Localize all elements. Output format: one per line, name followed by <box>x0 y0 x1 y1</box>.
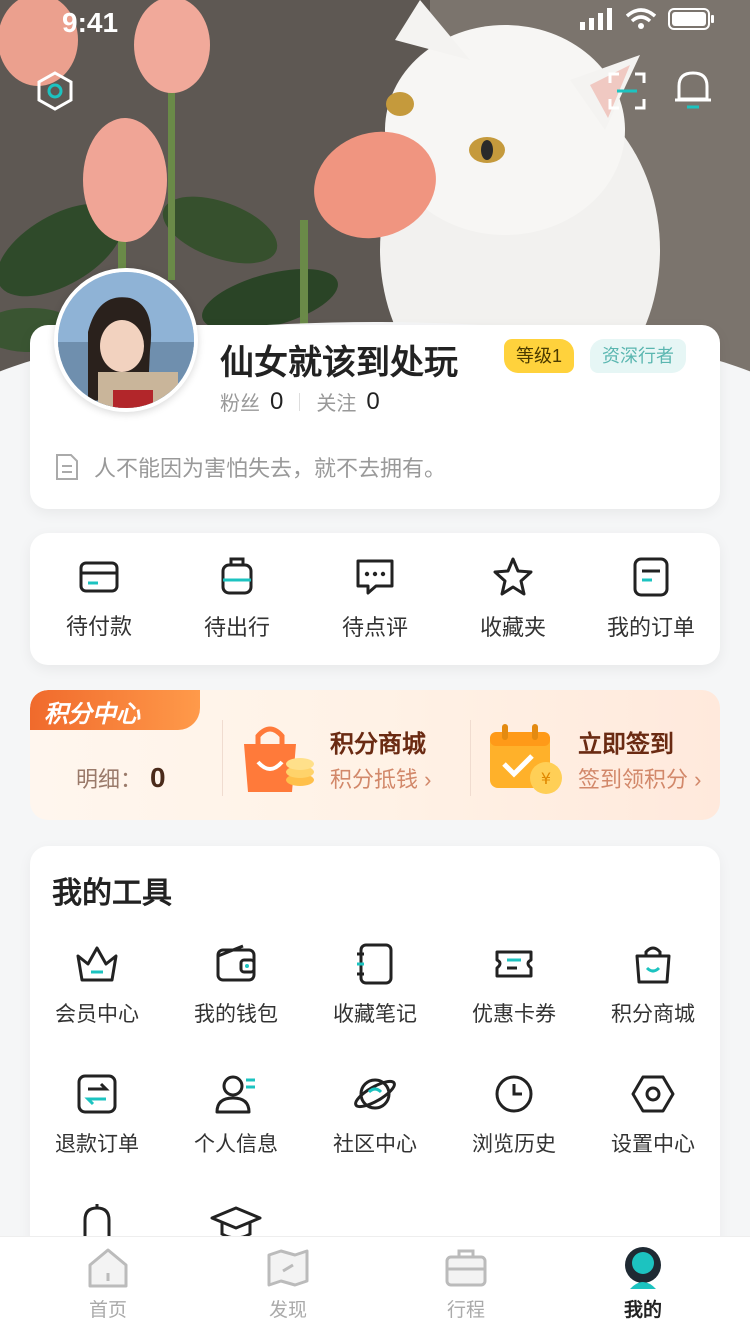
status-time: 9:41 <box>62 7 119 38</box>
tab-home[interactable]: 首页 <box>58 1245 158 1322</box>
order-label: 待出行 <box>203 615 270 640</box>
bio[interactable]: 人不能因为害怕失去，就不去拥有。 <box>54 451 446 483</box>
document-icon <box>56 454 78 480</box>
tab-label: 发现 <box>268 1300 307 1321</box>
order-pending-payment[interactable]: 待付款 <box>39 557 159 641</box>
tool-wallet[interactable]: 我的钱包 <box>176 942 296 1028</box>
ticket-icon <box>495 950 533 978</box>
luggage-icon <box>221 557 253 595</box>
scan-icon[interactable] <box>604 68 650 114</box>
bio-text: 人不能因为害怕失去，就不去拥有。 <box>94 456 447 481</box>
order-pending-review[interactable]: 待点评 <box>315 556 435 642</box>
nickname: 仙女就该到处玩 <box>220 344 458 382</box>
status-icons <box>580 8 714 30</box>
order-pending-travel[interactable]: 待出行 <box>177 556 297 642</box>
tool-label: 积分商城 <box>611 1003 695 1026</box>
wifi-icon <box>626 8 656 29</box>
settings-icon <box>631 1075 675 1113</box>
bag-icon <box>635 946 671 984</box>
tool-personal-info[interactable]: 个人信息 <box>176 1072 296 1158</box>
bell-icon[interactable] <box>670 66 716 112</box>
battery-icon <box>668 8 714 30</box>
status-bar: 9:41 <box>0 0 750 44</box>
hexagon-settings-icon[interactable] <box>32 68 78 114</box>
points-detail-label: 明细： <box>76 767 143 792</box>
tool-saved-notes[interactable]: 收藏笔记 <box>315 942 435 1028</box>
home-icon <box>88 1248 128 1288</box>
suitcase-icon <box>445 1249 487 1287</box>
clock-icon <box>495 1075 533 1113</box>
points-center-tag[interactable]: 积分中心 <box>30 690 200 730</box>
tab-label: 行程 <box>446 1300 485 1321</box>
tool-refund-orders[interactable]: 退款订单 <box>37 1072 157 1158</box>
fans-label[interactable]: 粉丝 <box>220 387 260 416</box>
svg-text:¥: ¥ <box>541 769 551 788</box>
notebook-icon <box>357 943 393 985</box>
tab-label: 我的 <box>623 1300 662 1321</box>
tool-coupons[interactable]: 优惠卡券 <box>454 942 574 1028</box>
order-favorites[interactable]: 收藏夹 <box>453 556 573 642</box>
order-shortcuts: 待付款 待出行 待点评 收藏夹 我的订单 <box>30 533 720 665</box>
tool-label: 收藏笔记 <box>333 1003 417 1026</box>
planet-icon <box>354 1078 396 1110</box>
tool-settings[interactable]: 设置中心 <box>593 1072 713 1158</box>
follow-label[interactable]: 关注 <box>316 387 356 416</box>
tool-history[interactable]: 浏览历史 <box>454 1072 574 1158</box>
points-center-banner: 积分中心 明细： 0 积分商城 积分抵钱 › ¥ 立即签到 签到领积分 › <box>30 690 720 820</box>
tool-community[interactable]: 社区中心 <box>315 1072 435 1158</box>
divider <box>222 720 223 796</box>
crown-icon <box>76 946 118 982</box>
title-badge: 资深行者 <box>590 339 686 373</box>
wallet-icon <box>216 944 256 982</box>
calendar-coin-icon: ¥ <box>490 724 562 794</box>
tool-label: 我的钱包 <box>194 1003 278 1026</box>
tool-label: 优惠卡券 <box>472 1003 556 1026</box>
tool-member-center[interactable]: 会员中心 <box>37 942 157 1028</box>
follow-stats: 粉丝 0 关注 0 <box>220 387 380 416</box>
tab-discover[interactable]: 发现 <box>238 1245 338 1322</box>
signin-entry[interactable]: ¥ 立即签到 签到领积分 › <box>486 720 716 800</box>
star-icon <box>493 557 533 596</box>
signin-sub: 签到领积分 › <box>578 767 702 792</box>
points-detail[interactable]: 明细： 0 <box>76 762 166 794</box>
signin-title: 立即签到 <box>578 731 674 758</box>
points-detail-value: 0 <box>150 762 166 793</box>
tool-label: 浏览历史 <box>472 1133 556 1156</box>
order-icon <box>633 557 669 597</box>
divider <box>470 720 471 796</box>
tool-label: 退款订单 <box>55 1133 139 1156</box>
refund-icon <box>77 1074 117 1114</box>
comment-icon <box>356 559 394 595</box>
section-title: 我的工具 <box>52 877 172 910</box>
level-badge: 等级1 <box>504 339 575 373</box>
fans-count[interactable]: 0 <box>270 388 283 416</box>
tool-label: 设置中心 <box>611 1133 695 1156</box>
avatar[interactable] <box>54 268 198 412</box>
points-mall-title: 积分商城 <box>330 731 426 758</box>
card-icon <box>79 561 119 593</box>
tool-label: 社区中心 <box>333 1133 417 1156</box>
points-mall-sub: 积分抵钱 › <box>330 767 432 792</box>
follow-count[interactable]: 0 <box>366 388 379 416</box>
map-icon <box>267 1249 309 1287</box>
order-label: 收藏夹 <box>479 615 546 640</box>
bottom-tab-bar: 首页 发现 行程 我的 <box>0 1236 750 1334</box>
shopping-bag-coins-icon <box>244 726 314 792</box>
tab-trips[interactable]: 行程 <box>416 1245 516 1322</box>
tab-me[interactable]: 我的 <box>593 1245 693 1322</box>
profile-icon <box>625 1247 661 1289</box>
tool-points-mall[interactable]: 积分商城 <box>593 942 713 1028</box>
tool-label: 个人信息 <box>194 1133 278 1156</box>
signal-icon <box>580 8 612 30</box>
tab-label: 首页 <box>88 1300 127 1321</box>
points-mall-entry[interactable]: 积分商城 积分抵钱 › <box>238 720 470 800</box>
order-my-orders[interactable]: 我的订单 <box>591 556 711 642</box>
user-icon <box>215 1075 255 1114</box>
divider <box>299 392 301 411</box>
tool-label: 会员中心 <box>55 1003 139 1026</box>
order-label: 待点评 <box>341 615 408 640</box>
points-center-tag-text: 积分中心 <box>44 701 140 728</box>
order-label: 我的订单 <box>606 615 695 640</box>
order-label: 待付款 <box>65 614 132 639</box>
